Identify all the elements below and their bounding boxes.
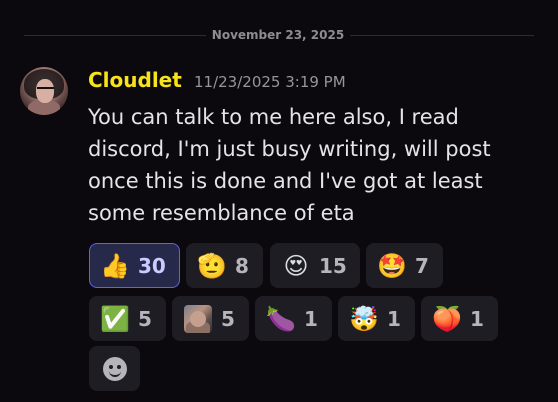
reaction-count: 30: [138, 253, 166, 278]
reaction-count: 7: [415, 253, 429, 278]
reaction-exploding-head[interactable]: 🤯 1: [338, 296, 415, 341]
reaction-count: 1: [470, 306, 484, 331]
heart-eyes-icon: 😍: [283, 251, 309, 280]
add-reaction-icon: [102, 356, 127, 381]
reaction-peach[interactable]: 🍑 1: [421, 296, 498, 341]
exploding-head-icon: 🤯: [349, 304, 379, 333]
reaction-count: 15: [319, 253, 347, 278]
star-struck-icon: 🤩: [377, 251, 407, 280]
message-timestamp[interactable]: 11/23/2025 3:19 PM: [194, 72, 346, 92]
reaction-check-mark[interactable]: ✅ 5: [89, 296, 166, 341]
saluting-face-icon: 🫡: [197, 251, 227, 280]
date-divider-line-left: [24, 35, 206, 36]
reaction-thumbs-up[interactable]: 👍 30: [89, 243, 180, 288]
reaction-custom-image[interactable]: 5: [172, 296, 249, 341]
reaction-count: 1: [387, 306, 401, 331]
date-divider-line-right: [350, 35, 534, 36]
avatar[interactable]: [20, 67, 68, 115]
reaction-count: 8: [235, 253, 249, 278]
avatar-glasses: [37, 87, 54, 94]
reaction-heart-eyes[interactable]: 😍 15: [270, 243, 360, 288]
date-divider-label: November 23, 2025: [211, 28, 345, 42]
thumbs-up-icon: 👍: [100, 251, 130, 280]
reaction-saluting-face[interactable]: 🫡 8: [186, 243, 263, 288]
message-text: You can talk to me here also, I read dis…: [88, 105, 491, 225]
eggplant-icon: 🍆: [266, 304, 296, 333]
reaction-count: 5: [138, 306, 152, 331]
add-reaction-button[interactable]: [89, 346, 140, 391]
reaction-count: 1: [304, 306, 318, 331]
author-name[interactable]: Cloudlet: [88, 66, 182, 94]
reaction-star-struck[interactable]: 🤩 7: [366, 243, 443, 288]
custom-image-emoji: [184, 304, 212, 333]
custom-image-emoji-icon: [183, 304, 213, 334]
reaction-eggplant[interactable]: 🍆 1: [255, 296, 332, 341]
reaction-count: 5: [221, 306, 235, 331]
peach-icon: 🍑: [432, 304, 462, 333]
chat-message-view: November 23, 2025 Cloudlet 11/23/2025 3:…: [0, 0, 558, 402]
check-mark-icon: ✅: [100, 304, 130, 333]
